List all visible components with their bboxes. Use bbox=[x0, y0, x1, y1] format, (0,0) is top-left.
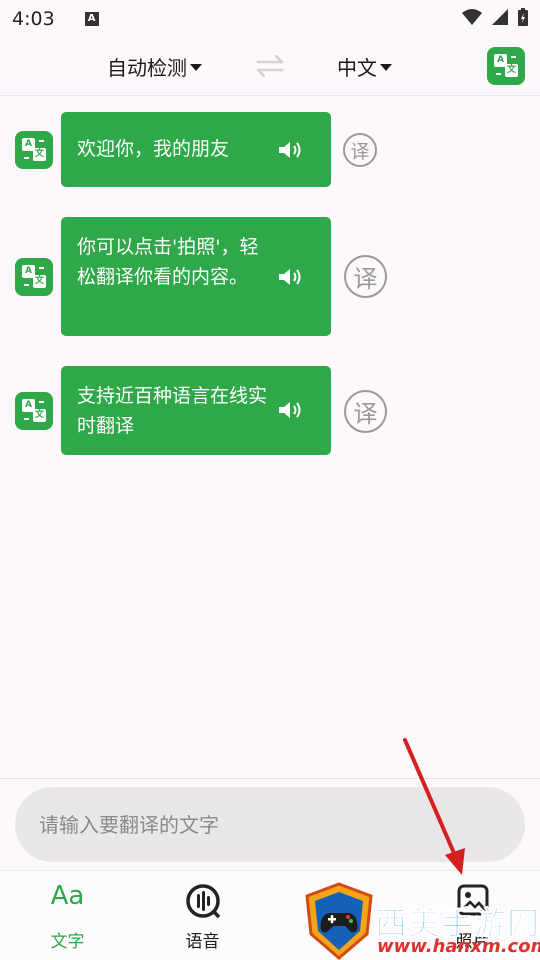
speaker-icon[interactable] bbox=[279, 400, 303, 420]
translate-button[interactable]: 译 bbox=[343, 133, 377, 167]
bot-avatar-icon: A文 bbox=[15, 392, 53, 430]
source-language-label: 自动检测 bbox=[107, 56, 187, 80]
watermark-url: www.hanxm.com bbox=[377, 936, 540, 957]
chevron-down-icon bbox=[190, 64, 202, 71]
bot-avatar-icon: A文 bbox=[15, 131, 53, 169]
signal-icon bbox=[492, 9, 508, 25]
voice-icon bbox=[185, 884, 220, 919]
chevron-down-icon bbox=[380, 64, 392, 71]
tab-text-label: 文字 bbox=[50, 932, 85, 952]
message-bubble[interactable]: 你可以点击'拍照'，轻松翻译你看的内容。 bbox=[61, 217, 331, 336]
message-text: 欢迎你，我的朋友 bbox=[77, 138, 230, 160]
speaker-icon[interactable] bbox=[279, 267, 303, 287]
chat-message: A文 欢迎你，我的朋友 译 bbox=[0, 112, 540, 187]
message-bubble[interactable]: 支持近百种语言在线实时翻译 bbox=[61, 366, 331, 455]
bot-avatar-icon: A文 bbox=[15, 258, 53, 296]
translate-button[interactable]: 译 bbox=[344, 390, 387, 433]
source-language-select[interactable]: 自动检测 bbox=[107, 52, 202, 81]
message-bubble[interactable]: 欢迎你，我的朋友 bbox=[61, 112, 331, 187]
message-text: 支持近百种语言在线实时翻译 bbox=[77, 385, 268, 437]
site-watermark: 西美手游网 www.hanxm.com bbox=[303, 882, 540, 960]
wifi-icon bbox=[462, 9, 482, 25]
target-language-select[interactable]: 中文 bbox=[337, 52, 392, 81]
status-bar: 4:03 A bbox=[0, 0, 540, 38]
tab-text[interactable]: Aa 文字 bbox=[0, 871, 135, 960]
swap-icon[interactable] bbox=[254, 52, 286, 80]
status-indicators bbox=[462, 8, 528, 26]
chat-message: A文 支持近百种语言在线实时翻译 译 bbox=[0, 366, 540, 455]
target-language-label: 中文 bbox=[337, 56, 377, 80]
notification-a-icon: A bbox=[84, 12, 99, 26]
tab-voice-label: 语音 bbox=[185, 932, 220, 952]
language-bar: 自动检测 中文 A文 bbox=[0, 38, 540, 96]
chat-message: A文 你可以点击'拍照'，轻松翻译你看的内容。 译 bbox=[0, 217, 540, 336]
speaker-icon[interactable] bbox=[279, 140, 303, 160]
gamepad-shield-logo-icon bbox=[305, 882, 373, 960]
tab-voice[interactable]: 语音 bbox=[135, 871, 270, 960]
annotation-arrow-icon bbox=[403, 738, 465, 875]
message-text: 你可以点击'拍照'，轻松翻译你看的内容。 bbox=[77, 236, 259, 288]
text-aa-icon: Aa bbox=[50, 881, 85, 911]
translate-button[interactable]: 译 bbox=[344, 255, 387, 298]
translate-app-icon[interactable]: A文 bbox=[487, 47, 525, 85]
battery-icon bbox=[518, 8, 528, 26]
status-time: 4:03 bbox=[12, 8, 55, 30]
